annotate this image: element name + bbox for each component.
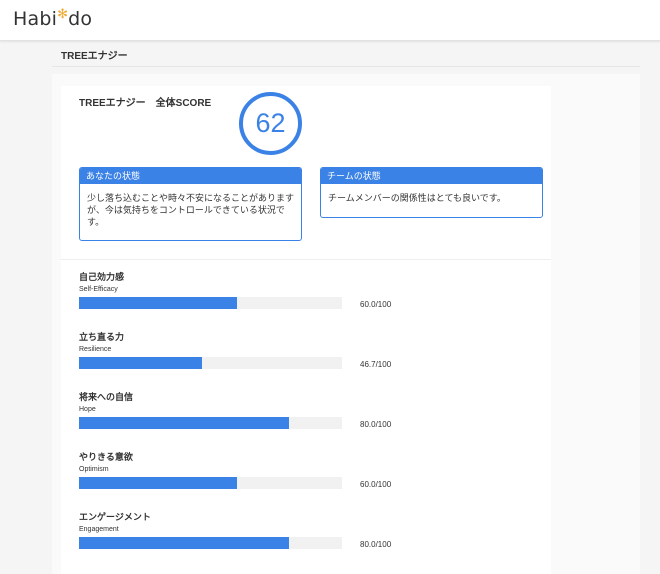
page-title: TREEエナジー	[61, 51, 128, 62]
metric-bar-fill	[79, 477, 237, 489]
metric-name: やりきる意欲	[79, 452, 133, 462]
overall-score-label: TREEエナジー 全体SCORE	[79, 98, 212, 109]
your-status-box: あなたの状態 少し落ち込むことや時々不安になることがありますが、今は気持ちをコン…	[79, 167, 302, 241]
overall-score-value: 62	[255, 108, 286, 138]
logo-text-pre: Habi	[13, 8, 58, 30]
team-status-text: チームメンバーの関係性はとても良いです。	[328, 193, 506, 203]
metric-name: 将来への自信	[79, 392, 134, 402]
metric-optimism: やりきる意欲 Optimism 60.0/100	[79, 450, 409, 490]
your-status-text: 少し落ち込むことや時々不安になることがありますが、今は気持ちをコントロールできて…	[87, 193, 295, 227]
metric-subtitle: Self-Efficacy	[79, 286, 118, 293]
section-divider	[61, 259, 551, 260]
metric-bar-track	[79, 537, 342, 549]
metric-engagement: エンゲージメント Engagement 80.0/100	[79, 510, 409, 550]
metric-score: 80.0/100	[360, 420, 392, 429]
metric-subtitle: Engagement	[79, 526, 119, 533]
metric-bar-track	[79, 477, 342, 489]
metric-bar-track	[79, 417, 342, 429]
habitdo-logo[interactable]: Habi ✻ do	[13, 6, 93, 31]
metric-score: 80.0/100	[360, 540, 392, 549]
team-status-title: チームの状態	[321, 168, 542, 184]
top-bar: Habi ✻ do	[0, 0, 660, 41]
metric-bar-track	[79, 297, 342, 309]
metric-subtitle: Hope	[79, 406, 96, 413]
metric-name: 立ち直る力	[79, 332, 125, 342]
your-status-title: あなたの状態	[80, 168, 301, 184]
metric-bar-fill	[79, 417, 290, 429]
title-divider	[52, 66, 640, 67]
metric-self-efficacy: 自己効力感 Self-Efficacy 60.0/100	[79, 270, 409, 310]
metric-score: 46.7/100	[360, 360, 392, 369]
overall-score-circle: 62	[239, 92, 302, 155]
metric-hope: 将来への自信 Hope 80.0/100	[79, 390, 409, 430]
metric-subtitle: Resilience	[79, 346, 112, 353]
team-status-box: チームの状態 チームメンバーの関係性はとても良いです。	[320, 167, 543, 218]
metric-bar-track	[79, 357, 342, 369]
metric-bar-fill	[79, 297, 237, 309]
metric-score: 60.0/100	[360, 480, 392, 489]
logo-text-post: do	[68, 8, 93, 30]
metric-resilience: 立ち直る力 Resilience 46.7/100	[79, 330, 409, 370]
metric-name: エンゲージメント	[79, 512, 151, 522]
metric-subtitle: Optimism	[79, 466, 109, 473]
metric-score: 60.0/100	[360, 300, 392, 309]
star-icon: ✻	[57, 6, 69, 22]
metric-name: 自己効力感	[79, 272, 125, 282]
metric-bar-fill	[79, 357, 202, 369]
metric-bar-fill	[79, 537, 290, 549]
